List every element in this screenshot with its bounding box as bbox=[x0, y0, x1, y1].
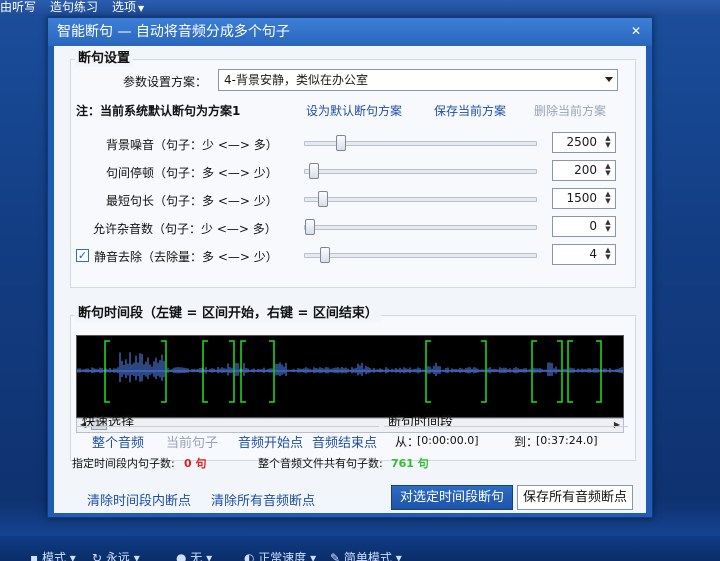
param-label: 最短句长（句子：多 <—> 少） bbox=[106, 194, 278, 208]
spin-arrows-icon[interactable]: ▲ ▼ bbox=[604, 247, 612, 262]
speed-tool-label: 正常速度 bbox=[258, 551, 307, 561]
menu-item-options[interactable]: 选项 ▼ bbox=[112, 0, 144, 16]
spin-down-icon[interactable]: ▼ bbox=[605, 253, 610, 261]
slider-thumb[interactable] bbox=[320, 247, 330, 263]
menu-item-dictation[interactable]: 由听写 bbox=[0, 0, 36, 16]
total-count: 761 句 bbox=[391, 457, 429, 470]
param-label: 允许杂音数（句子：少 <—> 多） bbox=[93, 222, 277, 236]
from-label: 从： bbox=[395, 435, 420, 449]
scheme-label: 参数设置方案： bbox=[123, 75, 208, 89]
total-count-label: 整个音频文件共有句子数: bbox=[258, 457, 383, 470]
repeat-tool[interactable]: ↻ 永远 ▾ bbox=[92, 549, 140, 561]
simple-mode-tool[interactable]: ✎ 简单模式 ▾ bbox=[330, 549, 402, 561]
slider-thumb[interactable] bbox=[309, 163, 319, 179]
mode-tool-label: 模式 bbox=[41, 551, 66, 561]
param-value: 1500 bbox=[566, 191, 597, 205]
smart-split-dialog: 智能断句 — 自动将音频分成多个句子 ✕ 断句设置 参数设置方案： 4-背景安静… bbox=[47, 17, 653, 518]
speed-tool[interactable]: ◐ 正常速度 ▾ bbox=[244, 549, 316, 561]
spin-arrows-icon[interactable]: ▲ ▼ bbox=[604, 219, 612, 234]
scheme-select[interactable]: 4-背景安静，类似在办公室 bbox=[218, 69, 618, 91]
quick-select-divider bbox=[76, 426, 379, 427]
param-slider[interactable] bbox=[304, 219, 537, 235]
settings-group-title: 断句设置 bbox=[75, 51, 134, 67]
spin-down-icon[interactable]: ▼ bbox=[605, 197, 610, 205]
slider-thumb[interactable] bbox=[336, 135, 346, 151]
clear-range-breakpoints-link[interactable]: 清除时间段内断点 bbox=[87, 490, 191, 509]
param-spinbox[interactable]: 200 ▲ ▼ bbox=[552, 160, 616, 181]
default-scheme-note: 注：当前系统默认断句为方案1 bbox=[76, 104, 241, 118]
mode-tool[interactable]: ▪ 模式 ▾ bbox=[30, 549, 76, 561]
scheme-select-value: 4-背景安静，类似在办公室 bbox=[224, 73, 368, 87]
app-bottom-bar: ▪ 模式 ▾ ↻ 永远 ▾ ● 无 ▾ ◐ 正常速度 ▾ ✎ 简单模式 ▾ bbox=[0, 536, 720, 561]
chevron-down-icon bbox=[605, 77, 613, 82]
menu-item-options-label: 选项 bbox=[112, 0, 137, 14]
param-slider[interactable] bbox=[304, 135, 537, 151]
range-divider bbox=[384, 426, 628, 427]
spin-down-icon[interactable]: ▼ bbox=[605, 225, 610, 233]
param-spinbox[interactable]: 2500 ▲ ▼ bbox=[552, 132, 616, 153]
spin-down-icon[interactable]: ▼ bbox=[605, 169, 610, 177]
from-value: [0:00:00.0] bbox=[417, 434, 479, 447]
simple-mode-tool-label: 简单模式 bbox=[343, 551, 392, 561]
scroll-right-icon[interactable]: ▶ bbox=[614, 420, 620, 429]
delete-scheme-link[interactable]: 删除当前方案 bbox=[534, 102, 606, 119]
to-label: 到： bbox=[514, 435, 539, 449]
set-default-scheme-link[interactable]: 设为默认断句方案 bbox=[306, 102, 402, 119]
to-value: [0:37:24.0] bbox=[536, 434, 598, 447]
audio-start-link[interactable]: 音频开始点 bbox=[238, 432, 303, 451]
waveform-canvas[interactable] bbox=[76, 335, 624, 418]
range-title: 断句时间段 bbox=[388, 415, 454, 430]
menu-item-sentence-practice[interactable]: 造句练习 bbox=[50, 0, 98, 16]
spin-arrows-icon[interactable]: ▲ ▼ bbox=[604, 163, 612, 178]
slider-thumb[interactable] bbox=[318, 191, 328, 207]
repeat-tool-label: 永远 bbox=[105, 551, 130, 561]
pause-tool[interactable]: ● 无 ▾ bbox=[176, 549, 212, 561]
save-scheme-link[interactable]: 保存当前方案 bbox=[434, 102, 506, 119]
param-label: 背景噪音（句子：少 <—> 多） bbox=[106, 138, 278, 152]
dialog-titlebar[interactable]: 智能断句 — 自动将音频分成多个句子 bbox=[48, 18, 652, 46]
audio-end-link[interactable]: 音频结束点 bbox=[312, 432, 377, 451]
param-value: 2500 bbox=[566, 135, 597, 149]
param-value: 4 bbox=[589, 247, 597, 261]
param-spinbox[interactable]: 1500 ▲ ▼ bbox=[552, 188, 616, 209]
param-label: 句间停顿（句子：多 <—> 少） bbox=[106, 166, 278, 180]
silence-removal-checkbox[interactable]: ✓ bbox=[76, 249, 89, 262]
pause-tool-label: 无 bbox=[190, 551, 203, 561]
param-slider[interactable] bbox=[304, 191, 537, 207]
quick-select-title: 快速选择 bbox=[82, 415, 135, 430]
in-range-count-label: 指定时间段内句子数: bbox=[72, 457, 175, 470]
slider-thumb[interactable] bbox=[305, 219, 315, 235]
param-spinbox[interactable]: 4 ▲ ▼ bbox=[552, 244, 616, 265]
param-label: 静音去除（去除量：多 <—> 少） bbox=[94, 250, 278, 264]
segment-group-title: 断句时间段（左键 = 区间开始，右键 = 区间结束） bbox=[75, 306, 381, 322]
split-selected-button[interactable]: 对选定时间段断句 bbox=[391, 485, 513, 510]
waveform-bars bbox=[77, 352, 623, 383]
dialog-title: 智能断句 — 自动将音频分成多个句子 bbox=[57, 24, 290, 40]
param-value: 0 bbox=[589, 219, 597, 233]
waveform-svg bbox=[77, 340, 623, 403]
param-slider[interactable] bbox=[304, 163, 537, 179]
app-menu-bar: 由听写 造句练习 选项 ▼ bbox=[0, 0, 720, 16]
spin-down-icon[interactable]: ▼ bbox=[605, 141, 610, 149]
whole-audio-link[interactable]: 整个音频 bbox=[92, 432, 144, 451]
spin-arrows-icon[interactable]: ▲ ▼ bbox=[604, 191, 612, 206]
param-slider[interactable] bbox=[304, 247, 537, 263]
in-range-count: 0 句 bbox=[184, 457, 207, 470]
close-icon[interactable]: ✕ bbox=[626, 23, 646, 40]
save-all-breakpoints-button[interactable]: 保存所有音频断点 bbox=[517, 485, 633, 510]
dialog-client: 断句设置 参数设置方案： 4-背景安静，类似在办公室 注：当前系统默认断句为方案… bbox=[54, 46, 646, 513]
param-spinbox[interactable]: 0 ▲ ▼ bbox=[552, 216, 616, 237]
current-sentence-link[interactable]: 当前句子 bbox=[166, 432, 218, 451]
spin-arrows-icon[interactable]: ▲ ▼ bbox=[604, 135, 612, 150]
clear-all-breakpoints-link[interactable]: 清除所有音频断点 bbox=[211, 490, 315, 509]
chevron-down-icon: ▼ bbox=[138, 4, 145, 13]
param-value: 200 bbox=[574, 163, 597, 177]
